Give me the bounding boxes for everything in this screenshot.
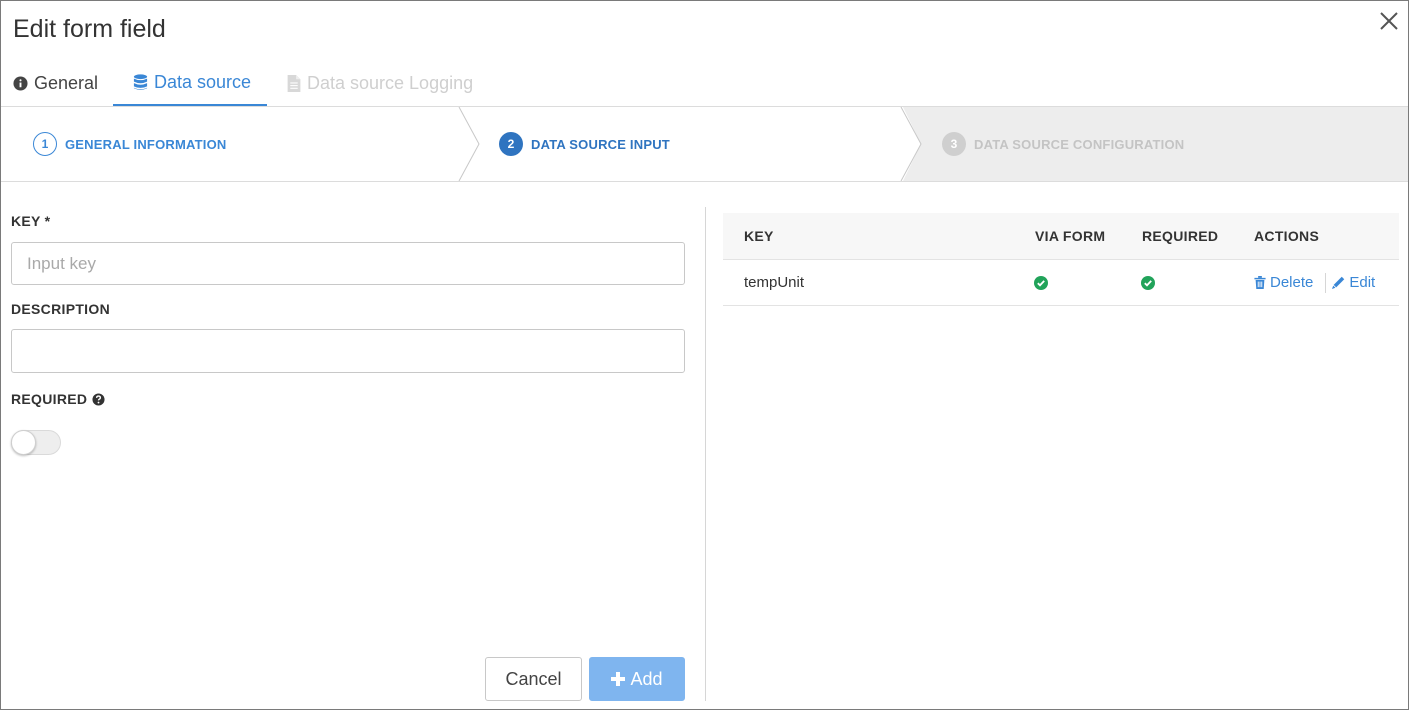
key-input[interactable]: [11, 242, 685, 285]
pencil-icon: [1332, 276, 1345, 289]
panel-divider: [705, 207, 706, 701]
add-button[interactable]: Add: [589, 657, 685, 701]
required-label: REQUIRED: [11, 391, 88, 407]
header-actions: ACTIONS: [1254, 228, 1320, 244]
step-label: DATA SOURCE CONFIGURATION: [974, 136, 1185, 152]
trash-icon: [1254, 276, 1266, 289]
required-toggle[interactable]: [11, 430, 61, 455]
tab-data-source[interactable]: Data source: [113, 61, 267, 106]
add-button-label: Add: [630, 668, 663, 689]
required-label-group: REQUIRED: [11, 391, 105, 407]
step-general-information[interactable]: 1 GENERAL INFORMATION: [33, 107, 226, 181]
table-row: tempUnit Delete Edit: [723, 260, 1399, 306]
tab-bar: General Data source Data source Logging: [1, 61, 1408, 107]
description-label: DESCRIPTION: [11, 301, 110, 317]
header-required: REQUIRED: [1142, 228, 1219, 244]
via-form-check-icon: [1034, 260, 1048, 305]
database-icon: [133, 74, 148, 90]
file-icon: [287, 75, 301, 92]
tab-data-source-label: Data source: [154, 72, 252, 92]
tab-data-source-logging-label: Data source Logging: [307, 73, 474, 93]
tab-general-label: General: [34, 73, 99, 93]
row-actions: Delete Edit: [1254, 260, 1375, 305]
info-circle-icon: [13, 76, 28, 91]
dialog-title: Edit form field: [13, 15, 166, 43]
question-circle-icon[interactable]: [92, 392, 105, 406]
header-via-form: VIA FORM: [1035, 228, 1106, 244]
plus-icon: [611, 672, 626, 686]
key-label: KEY *: [11, 213, 51, 229]
delete-label: Delete: [1270, 274, 1314, 291]
table-header: KEY VIA FORM REQUIRED ACTIONS: [723, 213, 1399, 260]
wizard-steps: 1 GENERAL INFORMATION 2 DATA SOURCE INPU…: [1, 106, 1408, 182]
row-key: tempUnit: [744, 274, 805, 291]
header-key: KEY: [744, 228, 774, 244]
inputs-table: KEY VIA FORM REQUIRED ACTIONS tempUnit D…: [723, 213, 1399, 306]
step-number: 3: [942, 132, 966, 156]
edit-form-field-dialog: Edit form field General Data source Data…: [0, 0, 1409, 710]
toggle-knob: [11, 430, 36, 455]
step-data-source-input[interactable]: 2 DATA SOURCE INPUT: [499, 107, 670, 181]
step-number: 1: [33, 132, 57, 156]
edit-button[interactable]: Edit: [1332, 274, 1375, 291]
close-icon[interactable]: [1377, 9, 1401, 33]
delete-button[interactable]: Delete: [1254, 274, 1313, 291]
step-label: GENERAL INFORMATION: [65, 136, 227, 152]
description-field[interactable]: [11, 329, 685, 373]
action-separator: [1325, 272, 1327, 293]
tab-data-source-logging: Data source Logging: [287, 61, 473, 106]
edit-label: Edit: [1349, 274, 1376, 291]
step-label: DATA SOURCE INPUT: [531, 136, 670, 152]
step-number: 2: [499, 132, 523, 156]
tab-general[interactable]: General: [13, 61, 98, 106]
cancel-button[interactable]: Cancel: [485, 657, 582, 701]
step-data-source-configuration: 3 DATA SOURCE CONFIGURATION: [942, 107, 1184, 181]
required-check-icon: [1141, 260, 1155, 305]
